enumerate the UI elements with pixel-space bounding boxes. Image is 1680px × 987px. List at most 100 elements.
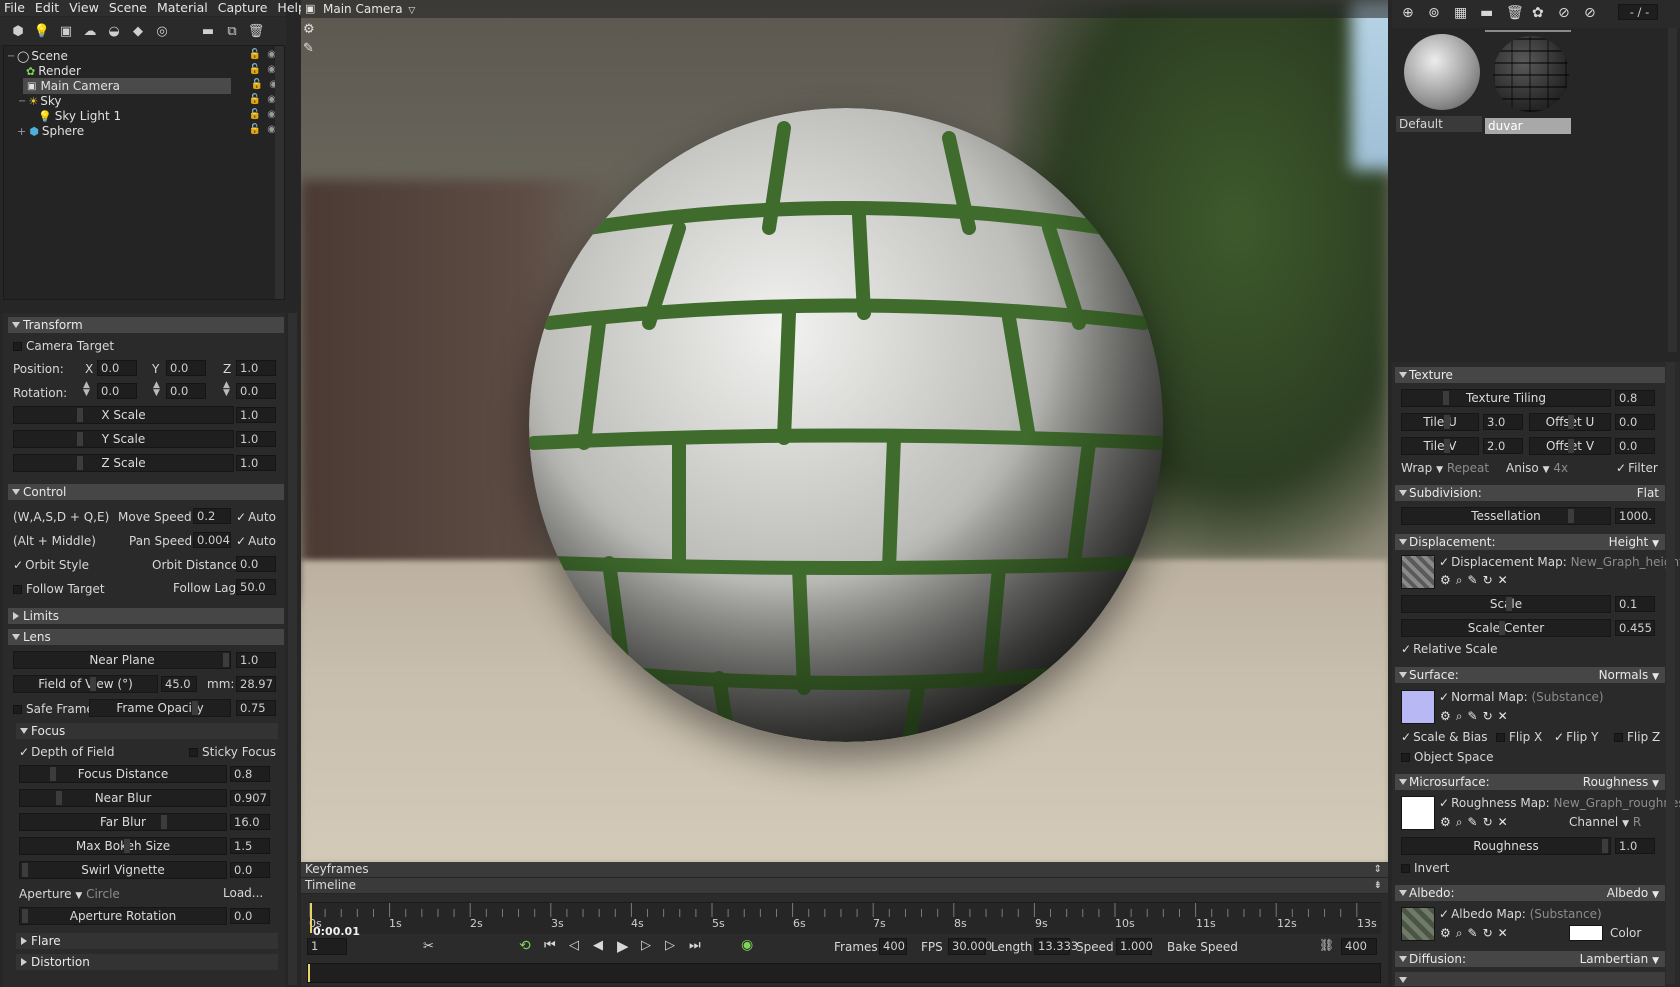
gear-icon[interactable]: ⚙ — [1440, 815, 1451, 830]
expand-icon[interactable]: ⇕ — [1374, 862, 1382, 877]
folder-icon[interactable]: ▬ — [196, 20, 220, 42]
orbit-style-checkbox[interactable]: ✓ Orbit Style — [13, 558, 89, 572]
brush-icon[interactable]: ✎ — [303, 41, 321, 56]
search-icon[interactable]: ⌕ — [1456, 573, 1463, 588]
roughness-map-checkbox[interactable]: ✓ Roughness Map: New_Graph_roughness — [1439, 796, 1680, 810]
sticky-focus-checkbox[interactable]: Sticky Focus — [189, 745, 276, 759]
max-bokeh-field[interactable]: 1.5 — [230, 838, 270, 854]
menu-file[interactable]: File — [4, 0, 25, 16]
scale-bias-checkbox[interactable]: ✓ Scale & Bias — [1401, 730, 1488, 744]
play-icon[interactable]: ▶ — [617, 937, 629, 955]
loop-icon[interactable]: ⟲ — [519, 938, 531, 954]
section-limits[interactable]: Limits — [8, 608, 284, 624]
keyframes-header[interactable]: Keyframes ⇕ — [301, 862, 1388, 877]
position-y-field[interactable]: 0.0 — [166, 360, 206, 376]
add-shadow-catcher-icon[interactable]: ◒ — [102, 20, 126, 42]
y-scale-field[interactable]: 1.0 — [236, 431, 276, 447]
section-next-collapsed[interactable] — [1395, 972, 1665, 986]
tree-item-render[interactable]: ✿ Render 🔓 ◉ — [4, 63, 282, 79]
refresh-icon[interactable]: ↻ — [1483, 815, 1493, 830]
max-bokeh-slider[interactable]: Max Bokeh Size — [19, 837, 227, 855]
bake-speed-button[interactable]: Bake Speed — [1167, 940, 1238, 954]
albedo-map-checkbox[interactable]: ✓ Albedo Map: (Substance) — [1439, 907, 1602, 921]
rotation-x-field[interactable]: 0.0 — [97, 383, 137, 399]
tree-item-sky[interactable]: − ☀ Sky 🔓 ◉ — [4, 93, 282, 109]
aperture-rotation-slider[interactable]: Aperture Rotation — [19, 907, 227, 925]
add-camera-icon[interactable]: ▣ — [54, 20, 78, 42]
duplicate-icon[interactable]: ⧉ — [220, 20, 244, 42]
section-texture[interactable]: Texture — [1395, 367, 1665, 383]
tree-item-sphere[interactable]: + ⬢ Sphere 🔓 ◉ — [4, 123, 282, 139]
relative-scale-checkbox[interactable]: ✓ Relative Scale — [1401, 642, 1498, 656]
trash-icon[interactable]: 🗑 — [1506, 5, 1524, 21]
wrap-dropdown[interactable]: Wrap ▼ Repeat — [1401, 461, 1489, 475]
skip-end-icon[interactable]: ⏭ — [689, 938, 701, 953]
duplicate-material-icon[interactable]: ⊚ — [1428, 5, 1440, 21]
scene-tree-scrollbar[interactable] — [275, 46, 284, 299]
fov-field[interactable]: 45.0 — [161, 676, 197, 692]
section-control[interactable]: Control — [8, 484, 284, 500]
pencil-icon[interactable]: ✎ — [1468, 815, 1478, 830]
right-panel-scrollbar[interactable] — [1666, 362, 1675, 984]
frames-field[interactable]: 400 — [879, 938, 907, 955]
albedo-mode-dropdown[interactable]: Albedo — [1607, 886, 1649, 900]
add-material-icon[interactable]: ⊕ — [1402, 5, 1414, 21]
rotation-y-spinner-icon[interactable]: ▲ ▼ — [153, 381, 160, 398]
play-reverse-icon[interactable]: ◀ — [593, 938, 603, 953]
follow-lag-field[interactable]: 50.0 — [236, 579, 276, 595]
albedo-color-swatch[interactable] — [1569, 925, 1603, 941]
expand-icon[interactable]: + — [17, 125, 26, 138]
far-blur-field[interactable]: 16.0 — [230, 814, 270, 830]
collapse-icon[interactable]: − — [7, 51, 15, 62]
x-scale-field[interactable]: 1.0 — [236, 407, 276, 423]
rotation-y-field[interactable]: 0.0 — [166, 383, 206, 399]
scissors-icon[interactable]: ✂ — [423, 939, 434, 954]
surface-mode-dropdown[interactable]: Normals — [1599, 668, 1649, 682]
speed-field[interactable]: 1.000 — [1116, 938, 1153, 955]
near-blur-field[interactable]: 0.907 — [230, 790, 270, 806]
left-panel-scrollbar[interactable] — [288, 313, 297, 985]
section-diffusion[interactable]: Diffusion: Lambertian ▼ — [1395, 951, 1665, 967]
focus-distance-field[interactable]: 0.8 — [230, 766, 270, 782]
menu-view[interactable]: View — [69, 0, 99, 16]
material-library-scrollbar[interactable] — [1668, 28, 1677, 352]
offset-v-field[interactable]: 0.0 — [1615, 438, 1655, 454]
focus-distance-slider[interactable]: Focus Distance — [19, 765, 227, 783]
gear-icon[interactable]: ⚙ — [303, 22, 321, 37]
tile-u-field[interactable]: 3.0 — [1483, 414, 1523, 430]
section-displacement[interactable]: Displacement: Height ▼ — [1395, 534, 1665, 550]
texture-tiling-field[interactable]: 0.8 — [1615, 390, 1655, 406]
rotation-z-spinner-icon[interactable]: ▲ ▼ — [223, 381, 230, 398]
normal-map-thumbnail[interactable] — [1401, 690, 1435, 724]
invert-checkbox[interactable]: Invert — [1401, 861, 1449, 875]
tessellation-slider[interactable]: Tessellation — [1401, 507, 1611, 525]
folder-icon[interactable]: ▬ — [1480, 5, 1493, 21]
menu-scene[interactable]: Scene — [109, 0, 147, 16]
texture-tiling-slider[interactable]: Texture Tiling — [1401, 389, 1611, 407]
section-flare[interactable]: Flare — [16, 933, 278, 949]
section-distortion[interactable]: Distortion — [16, 954, 278, 970]
skip-start-icon[interactable]: ⏮ — [544, 938, 556, 953]
tree-item-scene[interactable]: − ◯ Scene 🔓 ◉ — [4, 48, 282, 64]
roughness-map-thumbnail[interactable] — [1401, 796, 1435, 830]
add-light-icon[interactable]: 💡 — [30, 20, 54, 42]
length-field[interactable]: 13.333 — [1034, 938, 1078, 955]
z-scale-field[interactable]: 1.0 — [236, 455, 276, 471]
record-icon[interactable]: ◉ — [741, 937, 753, 953]
filter-checkbox[interactable]: ✓ Filter — [1616, 461, 1658, 475]
tile-u-slider[interactable]: Tile U — [1401, 413, 1479, 431]
orbit-distance-field[interactable]: 0.0 — [236, 556, 276, 572]
lock-icon[interactable]: 🔓 — [249, 64, 261, 75]
search-icon[interactable]: ⌕ — [1456, 815, 1463, 830]
position-x-field[interactable]: 0.0 — [97, 360, 137, 376]
search-icon[interactable]: ⌕ — [1456, 709, 1463, 724]
aperture-dropdown[interactable]: Aperture ▼ Circle — [19, 887, 120, 901]
swirl-vignette-field[interactable]: 0.0 — [230, 862, 270, 878]
section-microsurface[interactable]: Microsurface: Roughness ▼ — [1395, 774, 1665, 790]
object-space-checkbox[interactable]: Object Space — [1401, 750, 1493, 764]
mm-field[interactable]: 28.97 — [236, 676, 276, 692]
gear-icon[interactable]: ⚙ — [1440, 709, 1451, 724]
section-surface[interactable]: Surface: Normals ▼ — [1395, 667, 1665, 683]
search-icon[interactable]: ⌕ — [1456, 926, 1463, 941]
rotation-z-field[interactable]: 0.0 — [236, 383, 276, 399]
